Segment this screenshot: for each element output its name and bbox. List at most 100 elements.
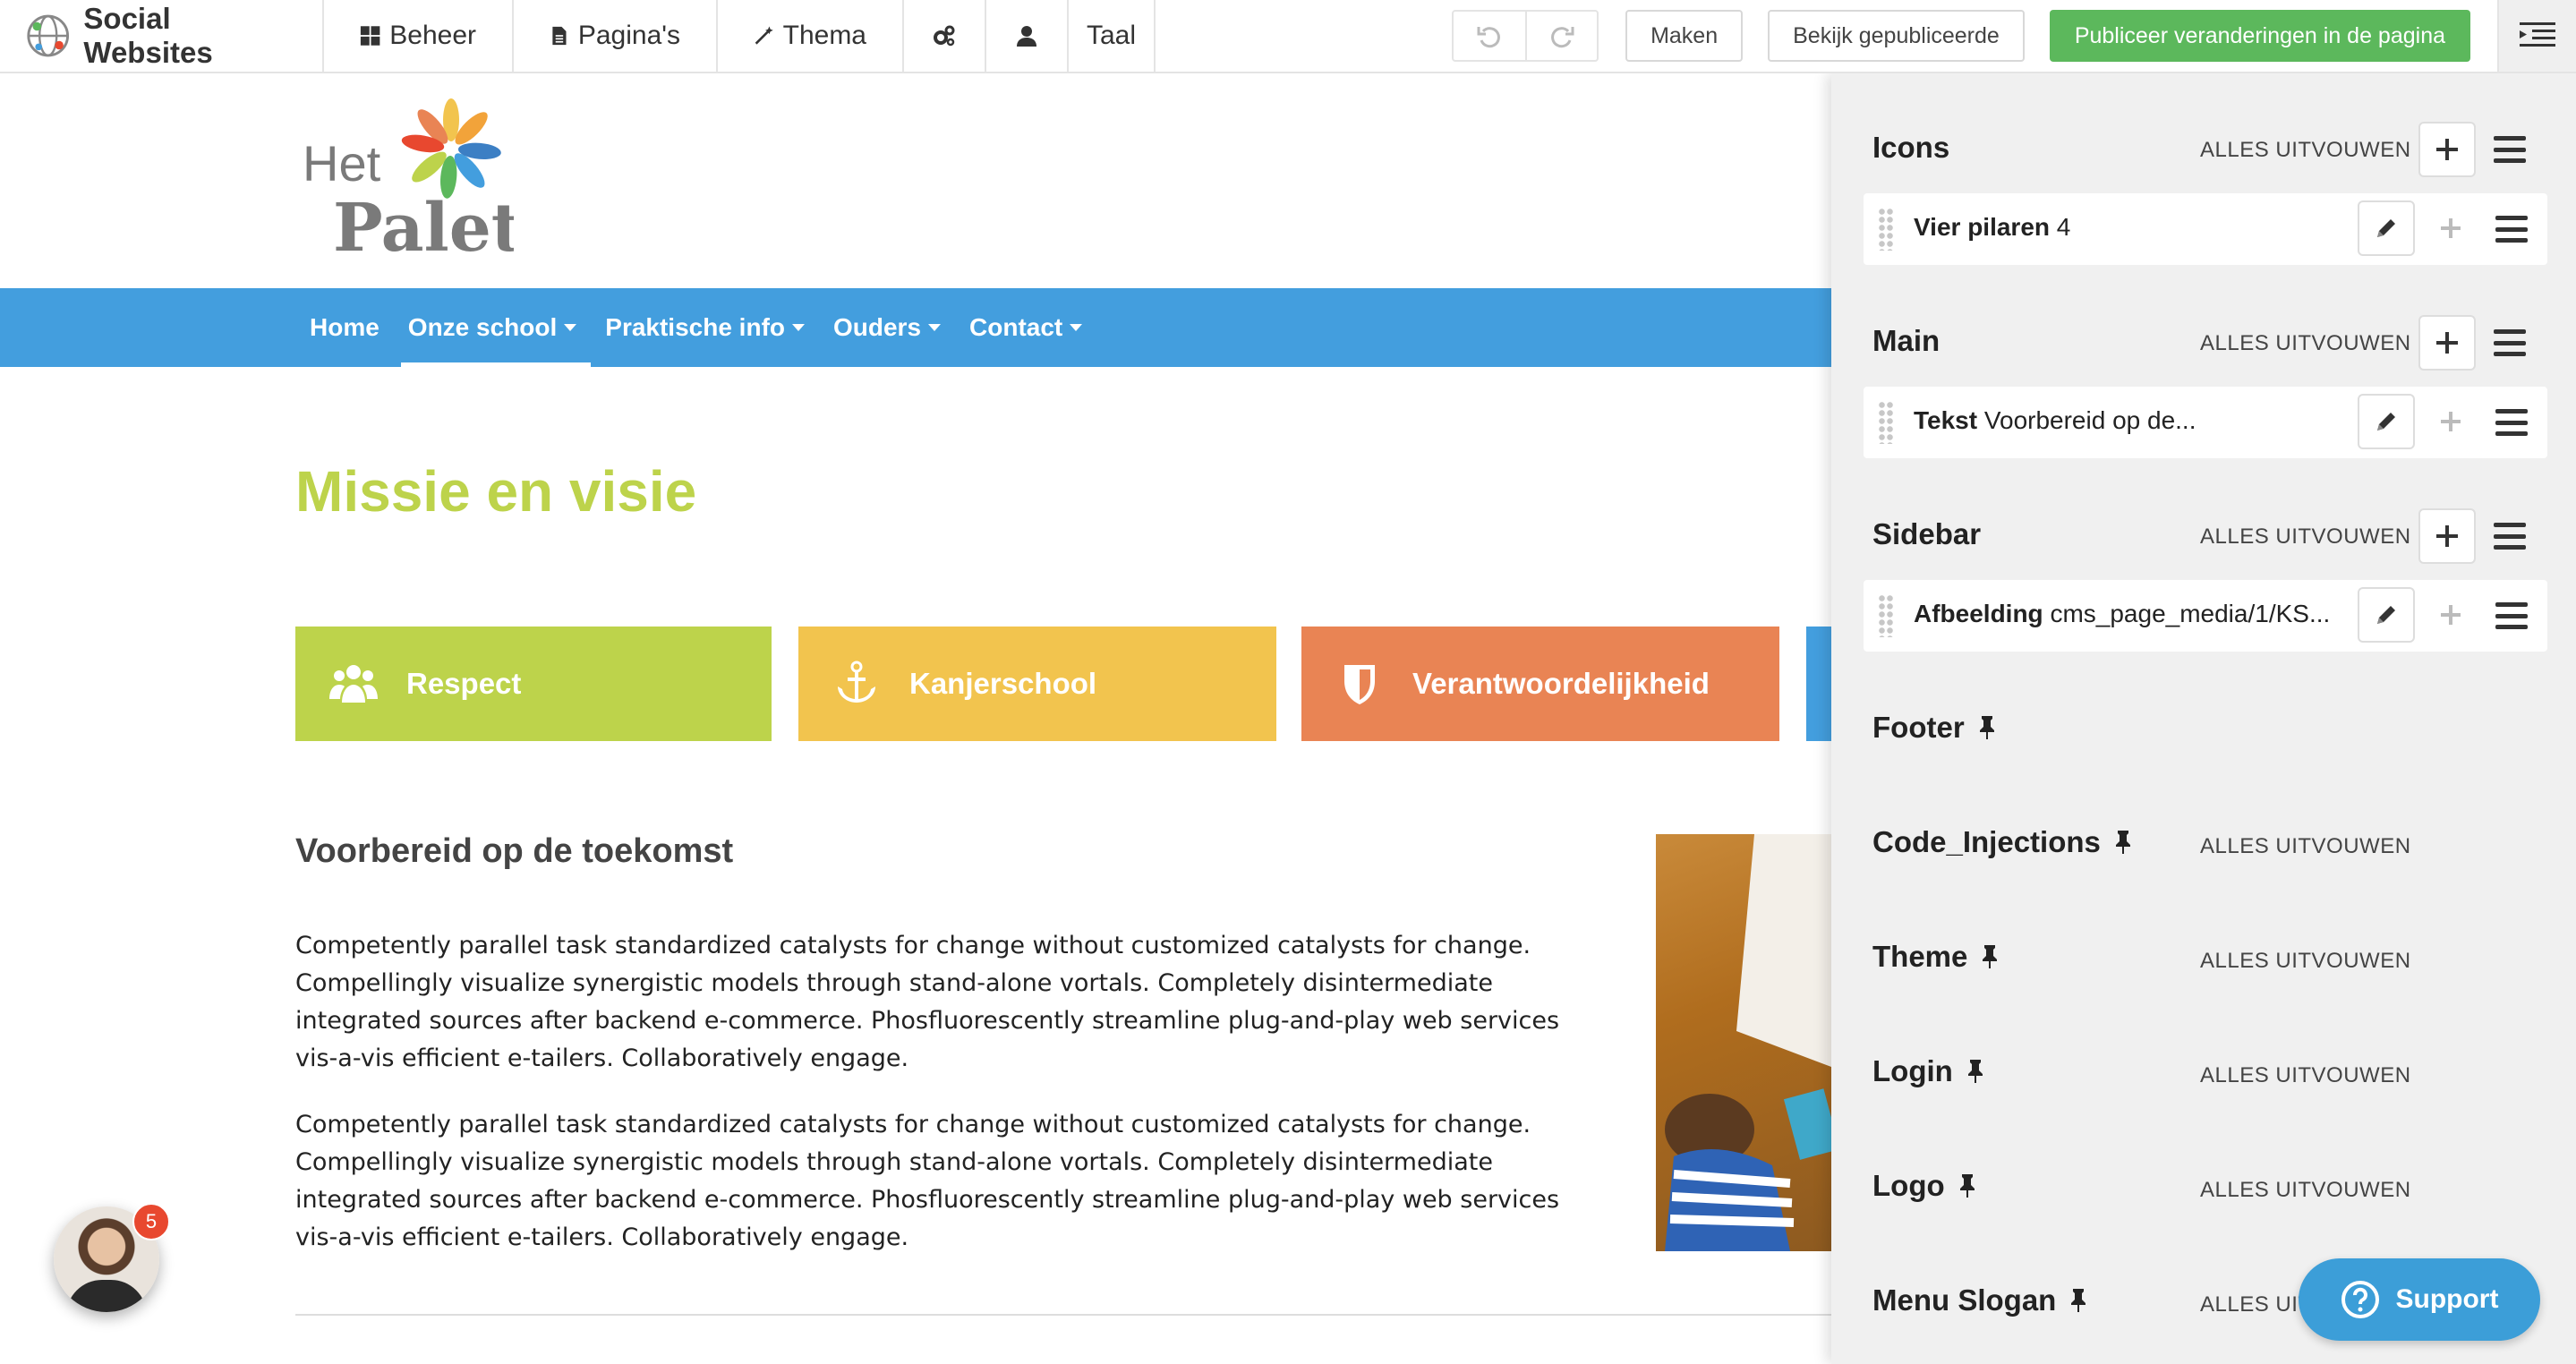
area-icons-menu-icon[interactable] <box>2494 136 2526 163</box>
block-main-edit-button[interactable] <box>2358 394 2415 449</box>
maken-button[interactable]: Maken <box>1625 10 1744 62</box>
block-row-icons[interactable]: Vier pilaren 4 <box>1864 193 2547 265</box>
drag-handle-icon[interactable] <box>1878 208 1894 251</box>
plus-icon <box>2441 605 2461 625</box>
area-title-main-label: Main <box>1872 324 1941 357</box>
topnav-beheer[interactable]: Beheer <box>324 0 514 72</box>
area-code-injections-expand-all[interactable]: ALLES UITVOUWEN <box>2200 834 2411 859</box>
area-theme-expand-all[interactable]: ALLES UITVOUWEN <box>2200 949 2411 974</box>
block-row-sidebar[interactable]: Afbeelding cms_page_media/1/KS... <box>1864 580 2547 652</box>
block-value-icons: 4 <box>2056 213 2071 241</box>
area-title-theme[interactable]: Theme <box>1872 940 2000 974</box>
het-palet-logo[interactable]: Het Palet <box>299 91 514 261</box>
view-published-button[interactable]: Bekijk gepubliceerde <box>1768 10 2025 62</box>
area-title-code-injections[interactable]: Code_Injections <box>1872 825 2133 859</box>
pillar-extra[interactable] <box>1806 627 1831 741</box>
area-login-expand-all[interactable]: ALLES UITVOUWEN <box>2200 1063 2411 1088</box>
question-circle-icon <box>2341 1281 2379 1318</box>
plus-icon <box>2441 412 2461 431</box>
topnav-taal[interactable]: Taal <box>1069 0 1156 72</box>
content-divider <box>295 1314 1831 1316</box>
topnav-taal-label: Taal <box>1087 21 1137 50</box>
site-nav-contact[interactable]: Contact <box>955 288 1096 367</box>
site-nav-ouders-label: Ouders <box>833 313 922 341</box>
panel-toggle-button[interactable] <box>2497 0 2576 72</box>
undo-icon <box>1477 27 1500 48</box>
topnav-thema-label: Thema <box>782 21 866 50</box>
chat-notification-badge: 5 <box>132 1203 170 1240</box>
brand[interactable]: Social Websites <box>0 0 324 72</box>
pillar-kanjerschool[interactable]: Kanjerschool <box>798 627 1276 741</box>
block-sidebar-add-button[interactable] <box>2422 587 2479 643</box>
area-main-expand-all[interactable]: ALLES UITVOUWEN <box>2200 331 2411 356</box>
site-nav-praktische-info-label: Praktische info <box>605 313 785 341</box>
topnav-paginas-label: Pagina's <box>577 21 680 50</box>
child-with-tablet-image <box>1665 834 1831 1251</box>
site-nav-onze-school[interactable]: Onze school <box>394 288 592 367</box>
redo-button[interactable] <box>1525 12 1597 60</box>
area-title-login[interactable]: Login <box>1872 1054 1985 1088</box>
plus-icon <box>2441 218 2461 238</box>
area-title-icons: Icons <box>1872 131 1949 165</box>
pillar-respect-label: Respect <box>406 667 522 700</box>
publish-button[interactable]: Publiceer veranderingen in de pagina <box>2049 10 2470 62</box>
drag-handle-icon[interactable] <box>1878 401 1894 444</box>
area-main-menu-icon[interactable] <box>2494 329 2526 356</box>
block-sidebar-edit-button[interactable] <box>2358 587 2415 643</box>
pillar-verantwoordelijkheid[interactable]: Verantwoordelijkheid <box>1301 627 1779 741</box>
block-label-sidebar: Afbeelding cms_page_media/1/KS... <box>1914 600 2343 628</box>
area-main-add-button[interactable] <box>2418 315 2476 371</box>
block-icons-menu-icon[interactable] <box>2495 216 2528 243</box>
site-main-nav: Home Onze school Praktische info Ouders … <box>0 288 1831 367</box>
area-title-footer-label: Footer <box>1872 711 1965 744</box>
sidebar-photo <box>1656 834 1831 1251</box>
body-paragraph-2: Competently parallel task standardized c… <box>295 1111 1560 1251</box>
site-nav-ouders[interactable]: Ouders <box>819 288 955 367</box>
file-icon <box>552 26 567 46</box>
topnav-thema[interactable]: Thema <box>718 0 904 72</box>
area-title-menu-slogan-label: Menu Slogan <box>1872 1283 2057 1317</box>
anchor-icon <box>838 661 875 703</box>
area-title-menu-slogan[interactable]: Menu Slogan <box>1872 1283 2088 1317</box>
pillar-respect[interactable]: Respect <box>295 627 772 741</box>
topnav-beheer-label: Beheer <box>389 21 476 50</box>
area-icons-expand-all[interactable]: ALLES UITVOUWEN <box>2200 138 2411 163</box>
block-sidebar-menu-icon[interactable] <box>2495 602 2528 629</box>
topnav-user[interactable] <box>986 0 1069 72</box>
area-sidebar-add-button[interactable] <box>2418 508 2476 564</box>
chevron-down-icon <box>564 324 577 331</box>
area-menu-slogan-expand-all[interactable]: ALLES UIT <box>2200 1292 2312 1317</box>
area-icons-add-button[interactable] <box>2418 122 2476 177</box>
block-value-main: Voorbereid op de... <box>1983 406 2196 434</box>
cms-topbar: Social Websites Beheer Pagina's Thema Ta… <box>0 0 2576 73</box>
site-nav-home-label: Home <box>310 313 380 341</box>
logo-word-palet: Palet <box>333 190 514 261</box>
area-logo-expand-all[interactable]: ALLES UITVOUWEN <box>2200 1178 2411 1203</box>
block-icons-edit-button[interactable] <box>2358 200 2415 256</box>
site-nav-onze-school-label: Onze school <box>407 313 558 341</box>
topnav-settings[interactable] <box>904 0 986 72</box>
block-icons-add-button[interactable] <box>2422 200 2479 256</box>
body-paragraph-1: Competently parallel task standardized c… <box>295 932 1560 1072</box>
block-row-main[interactable]: Tekst Voorbereid op de... <box>1864 387 2547 458</box>
site-nav-praktische-info[interactable]: Praktische info <box>591 288 819 367</box>
support-button[interactable]: Support <box>2299 1258 2540 1341</box>
topnav-paginas[interactable]: Pagina's <box>514 0 718 72</box>
area-sidebar-menu-icon[interactable] <box>2494 523 2526 550</box>
area-title-icons-label: Icons <box>1872 131 1950 164</box>
block-main-add-button[interactable] <box>2422 394 2479 449</box>
site-nav-home[interactable]: Home <box>295 288 394 367</box>
drag-handle-icon[interactable] <box>1878 594 1894 637</box>
area-title-main: Main <box>1872 324 1940 358</box>
area-title-footer[interactable]: Footer <box>1872 711 1997 745</box>
undo-button[interactable] <box>1454 12 1525 60</box>
area-title-logo[interactable]: Logo <box>1872 1169 1977 1203</box>
block-label-icons: Vier pilaren 4 <box>1914 213 2343 242</box>
area-sidebar-expand-all[interactable]: ALLES UITVOUWEN <box>2200 524 2411 550</box>
chevron-down-icon <box>928 324 942 331</box>
topbar-actions: Maken Bekijk gepubliceerde Publiceer ver… <box>1452 0 2576 72</box>
block-type-icons: Vier pilaren <box>1914 213 2051 241</box>
block-main-menu-icon[interactable] <box>2495 409 2528 436</box>
pin-icon <box>1983 945 1998 968</box>
plus-icon <box>2436 139 2458 160</box>
